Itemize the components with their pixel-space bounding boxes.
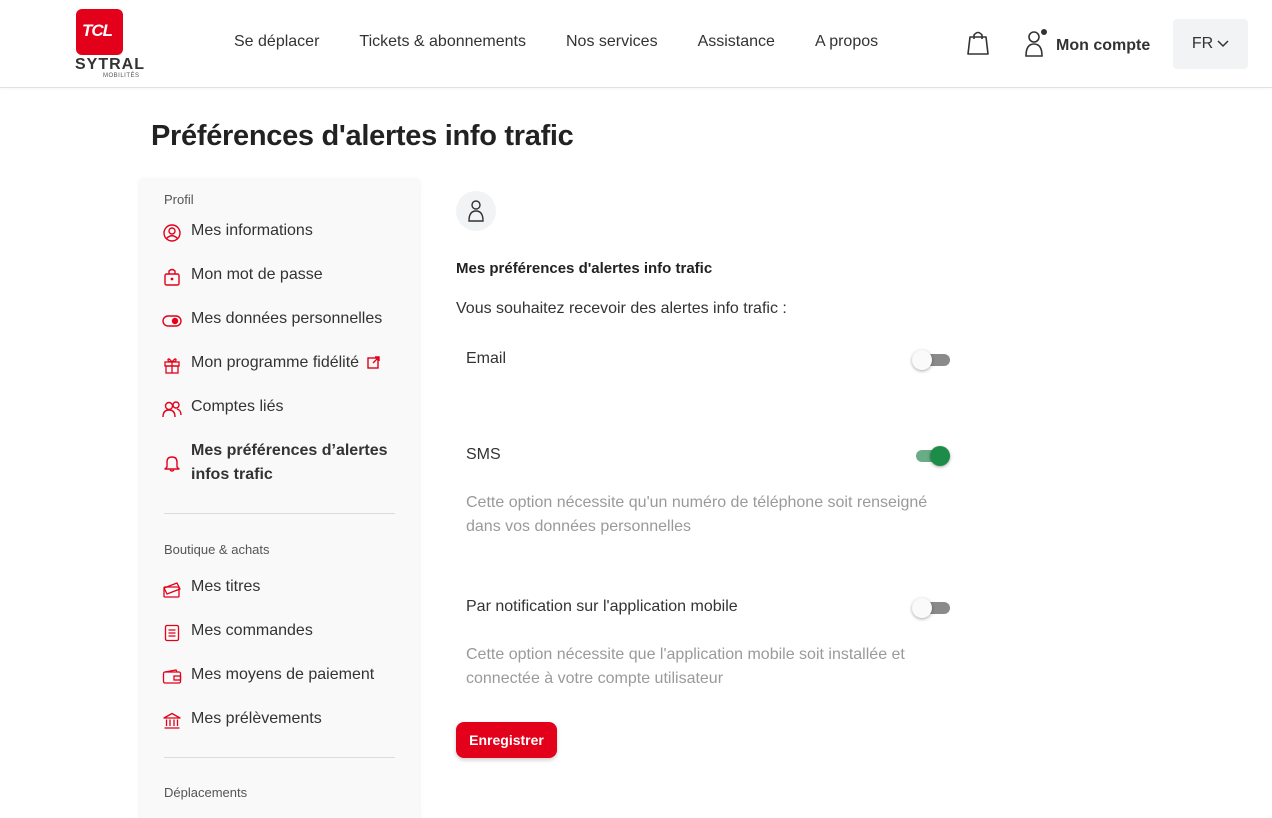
sidebar-item-label: Comptes liés <box>191 398 284 415</box>
nav-tickets[interactable]: Tickets & abonnements <box>359 33 526 51</box>
sidebar-item-loyalty[interactable]: Mon programme fidélité <box>162 354 402 375</box>
sidebar-item-label: Mes titres <box>191 578 261 595</box>
tcl-logo-box: TCL <box>76 9 123 55</box>
sidebar-item-label: Mon mot de passe <box>191 266 323 283</box>
save-button[interactable]: Enregistrer <box>456 722 557 758</box>
bell-icon <box>162 453 182 473</box>
avatar <box>456 191 496 231</box>
toggle-knob <box>912 350 932 370</box>
ticket-icon <box>162 579 182 599</box>
toggle-icon <box>162 311 182 331</box>
nav-se-deplacer[interactable]: Se déplacer <box>234 33 319 51</box>
logo-text: TCL <box>82 21 113 40</box>
page-title: Préférences d'alertes info trafic <box>151 120 574 152</box>
sidebar-item-personal-data[interactable]: Mes données personnelles <box>162 310 402 331</box>
section-label-profil: Profil <box>164 192 194 207</box>
sidebar-item-label: Mes prélèvements <box>191 710 322 727</box>
users-icon <box>162 399 182 419</box>
person-icon <box>468 200 484 222</box>
sidebar-item-password[interactable]: Mon mot de passe <box>162 266 402 287</box>
section-label-deplacements: Déplacements <box>164 785 248 800</box>
user-circle-icon <box>162 223 182 243</box>
brand-name: SYTRAL <box>75 56 145 73</box>
sidebar-item-label: Mes informations <box>191 222 313 239</box>
list-icon <box>162 623 182 643</box>
nav-assistance[interactable]: Assistance <box>698 33 775 51</box>
option-label-sms: SMS <box>466 446 501 463</box>
option-note-app: Cette option nécessite que l'application… <box>466 646 905 687</box>
lock-icon <box>162 267 182 287</box>
bank-icon <box>162 711 182 731</box>
language-label: FR <box>1191 35 1214 52</box>
language-selector[interactable]: FR <box>1173 19 1248 69</box>
user-icon <box>1024 28 1048 63</box>
sidebar-item-informations[interactable]: Mes informations <box>162 222 402 243</box>
option-label-email: Email <box>466 350 507 367</box>
option-note-sms: Cette option nécessite qu'un numéro de t… <box>466 494 928 535</box>
sidebar-item-label: Mon programme fidélité <box>191 354 360 371</box>
section-label-boutique: Boutique & achats <box>164 542 270 557</box>
wallet-icon <box>162 667 182 687</box>
app-notification-toggle[interactable] <box>912 596 952 620</box>
site-header: TCL SYTRAL MOBILITÉS Se déplacer Tickets… <box>0 0 1272 88</box>
nav-services[interactable]: Nos services <box>566 33 658 51</box>
brand-tagline: MOBILITÉS <box>103 73 140 79</box>
sidebar-item-label: Mes commandes <box>191 622 313 639</box>
sidebar-item-paiement[interactable]: Mes moyens de paiement <box>162 666 402 687</box>
account-menu[interactable]: Mon compte <box>1024 28 1150 63</box>
account-label: Mon compte <box>1056 36 1151 54</box>
sidebar-item-titres[interactable]: Mes titres <box>162 578 402 599</box>
sidebar-item-label: Mes préférences d’alertes infos trafic <box>191 442 388 483</box>
sidebar-item-commandes[interactable]: Mes commandes <box>162 622 402 643</box>
sidebar-item-linked-accounts[interactable]: Comptes liés <box>162 398 402 419</box>
sidebar-item-traffic-alerts[interactable]: Mes préférences d’alertes infos trafic <box>162 439 402 487</box>
section-heading: Mes préférences d'alertes info trafic <box>456 260 713 277</box>
option-label-app: Par notification sur l'application mobil… <box>466 598 738 615</box>
sidebar-divider <box>164 757 395 758</box>
toggle-knob <box>912 598 932 618</box>
nav-a-propos[interactable]: A propos <box>815 33 878 51</box>
sytral-logo[interactable]: TCL SYTRAL MOBILITÉS <box>75 9 151 81</box>
sidebar-item-prelevements[interactable]: Mes prélèvements <box>162 710 402 731</box>
sidebar-item-label: Mes données personnelles <box>191 310 383 327</box>
toggle-knob <box>930 446 950 466</box>
email-toggle[interactable] <box>912 348 952 372</box>
main-nav: Se déplacer Tickets & abonnements Nos se… <box>234 33 878 51</box>
account-sidebar: Profil Mes informations Mon mot de passe… <box>140 178 419 818</box>
chevron-down-icon <box>1217 40 1229 48</box>
sidebar-divider <box>164 513 395 514</box>
intro-text: Vous souhaitez recevoir des alertes info… <box>456 300 787 317</box>
external-link-icon <box>367 356 380 374</box>
cart-icon[interactable] <box>966 30 990 56</box>
gift-icon <box>162 355 182 375</box>
sms-toggle[interactable] <box>912 444 952 468</box>
sidebar-item-label: Mes moyens de paiement <box>191 666 375 683</box>
